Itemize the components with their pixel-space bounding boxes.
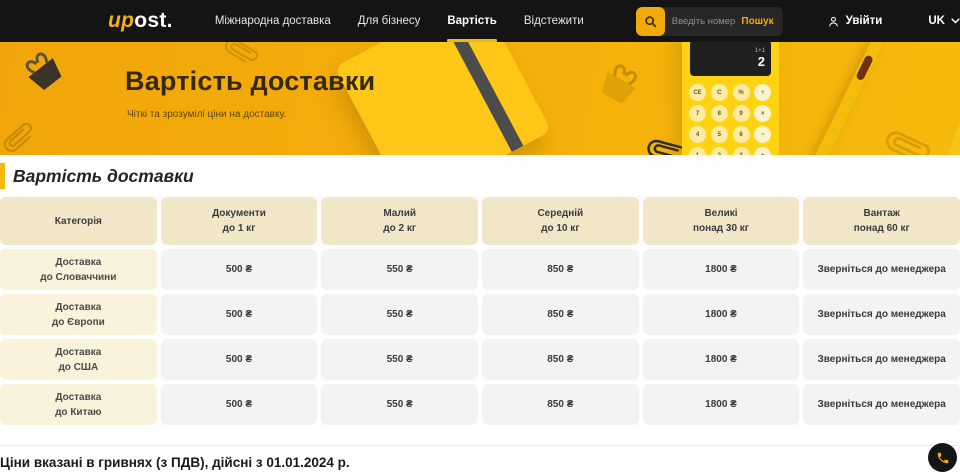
price-cell: Зверніться до менеджера xyxy=(803,249,960,290)
section-accent-bar xyxy=(0,163,5,189)
price-cell: 550 ₴ xyxy=(321,294,478,335)
price-cell: Зверніться до менеджера xyxy=(803,294,960,335)
calculator-result: 2 xyxy=(696,54,765,69)
tracking-search: Пошук xyxy=(636,7,783,36)
price-cell: Зверніться до менеджера xyxy=(803,339,960,380)
calculator-key: 1 xyxy=(689,147,706,155)
login-button[interactable]: Увійти xyxy=(827,15,883,28)
row-category: Доставкадо Китаю xyxy=(0,384,157,425)
calculator-key: 3 xyxy=(733,147,750,155)
price-cell: Зверніться до менеджера xyxy=(803,384,960,425)
calculator-key: 6 xyxy=(733,126,750,143)
calculator-screen: 1+1 2 xyxy=(690,42,771,76)
navbar: upost. Міжнародна доставка Для бізнесу В… xyxy=(0,0,960,42)
row-category: Доставкадо Словаччини xyxy=(0,249,157,290)
logo-text: ost. xyxy=(134,9,173,32)
nav-link-pricing[interactable]: Вартість xyxy=(447,0,497,42)
chevron-down-icon xyxy=(951,18,960,24)
notebook-decoration xyxy=(334,42,551,155)
pricing-disclaimer: Ціни вказані в гривнях (з ПДВ), дійсні з… xyxy=(0,455,960,470)
calculator-key: CE xyxy=(689,84,706,101)
search-icon xyxy=(644,15,657,28)
nav-link-international[interactable]: Міжнародна доставка xyxy=(215,0,331,42)
price-cell: 550 ₴ xyxy=(321,249,478,290)
paperclip-icon xyxy=(875,123,935,155)
search-button[interactable] xyxy=(636,7,665,36)
hero-title: Вартість доставки xyxy=(125,66,375,97)
language-selector[interactable]: UK xyxy=(928,15,960,27)
calculator-key: 7 xyxy=(689,105,706,122)
price-cell: 850 ₴ xyxy=(482,384,639,425)
price-cell: 500 ₴ xyxy=(161,294,318,335)
main-nav: Міжнародна доставка Для бізнесу Вартість… xyxy=(215,0,584,42)
pencil-decoration xyxy=(941,52,960,155)
calculator-key: × xyxy=(754,105,771,122)
logo[interactable]: upost. xyxy=(108,9,173,33)
row-category: Доставкадо США xyxy=(0,339,157,380)
calculator-key: 5 xyxy=(711,126,728,143)
calculator-key: ÷ xyxy=(754,84,771,101)
price-cell: 550 ₴ xyxy=(321,384,478,425)
price-cell: 850 ₴ xyxy=(482,249,639,290)
price-cell: 850 ₴ xyxy=(482,339,639,380)
search-input[interactable] xyxy=(665,16,742,27)
language-value: UK xyxy=(928,15,945,27)
price-cell: 1800 ₴ xyxy=(643,384,800,425)
phone-icon xyxy=(936,451,950,465)
user-icon xyxy=(827,15,840,28)
column-header: Малийдо 2 кг xyxy=(321,197,478,245)
calculator-key: + xyxy=(754,147,771,155)
binder-clip-icon xyxy=(589,55,650,114)
pen-decoration xyxy=(804,42,885,155)
binder-clip-icon xyxy=(14,43,73,102)
price-cell: 850 ₴ xyxy=(482,294,639,335)
price-cell: 500 ₴ xyxy=(161,384,318,425)
calculator-keys: CEC%÷789×456−123+%0.= xyxy=(682,81,779,155)
calculator-key: % xyxy=(733,84,750,101)
calculator-key: 2 xyxy=(711,147,728,155)
column-header: Середнійдо 10 кг xyxy=(482,197,639,245)
calculator-key: C xyxy=(711,84,728,101)
column-header: Категорія xyxy=(0,197,157,245)
price-cell: 500 ₴ xyxy=(161,339,318,380)
price-cell: 550 ₴ xyxy=(321,339,478,380)
calculator-key: 4 xyxy=(689,126,706,143)
calculator-key: 8 xyxy=(711,105,728,122)
login-label: Увійти xyxy=(846,15,883,27)
pricing-table: КатегоріяДокументидо 1 кгМалийдо 2 кгСер… xyxy=(0,197,960,425)
price-cell: 1800 ₴ xyxy=(643,294,800,335)
hero-banner: 1+1 2 CEC%÷789×456−123+%0.= Вартість дос… xyxy=(0,42,960,155)
calculator-key: 9 xyxy=(733,105,750,122)
calculator-decoration: 1+1 2 CEC%÷789×456−123+%0.= xyxy=(682,42,779,155)
column-header: Великіпонад 30 кг xyxy=(643,197,800,245)
section-heading: Вартість доставки xyxy=(0,155,960,197)
column-header: Документидо 1 кг xyxy=(161,197,318,245)
price-cell: 500 ₴ xyxy=(161,249,318,290)
price-cell: 1800 ₴ xyxy=(643,249,800,290)
paperclip-icon xyxy=(0,118,41,155)
section-title: Вартість доставки xyxy=(13,166,194,187)
nav-link-track[interactable]: Відстежити xyxy=(524,0,584,42)
hero-subtitle: Чіткі та зрозумілі ціни на доставку. xyxy=(127,109,286,120)
calculator-key: − xyxy=(754,126,771,143)
column-header: Вантажпонад 60 кг xyxy=(803,197,960,245)
row-category: Доставкадо Європи xyxy=(0,294,157,335)
call-fab-button[interactable] xyxy=(928,443,957,472)
search-submit-label[interactable]: Пошук xyxy=(741,16,782,27)
nav-link-business[interactable]: Для бізнесу xyxy=(358,0,421,42)
price-cell: 1800 ₴ xyxy=(643,339,800,380)
logo-mark: up xyxy=(108,9,134,32)
footer-note: Ціни вказані в гривнях (з ПДВ), дійсні з… xyxy=(0,445,960,470)
